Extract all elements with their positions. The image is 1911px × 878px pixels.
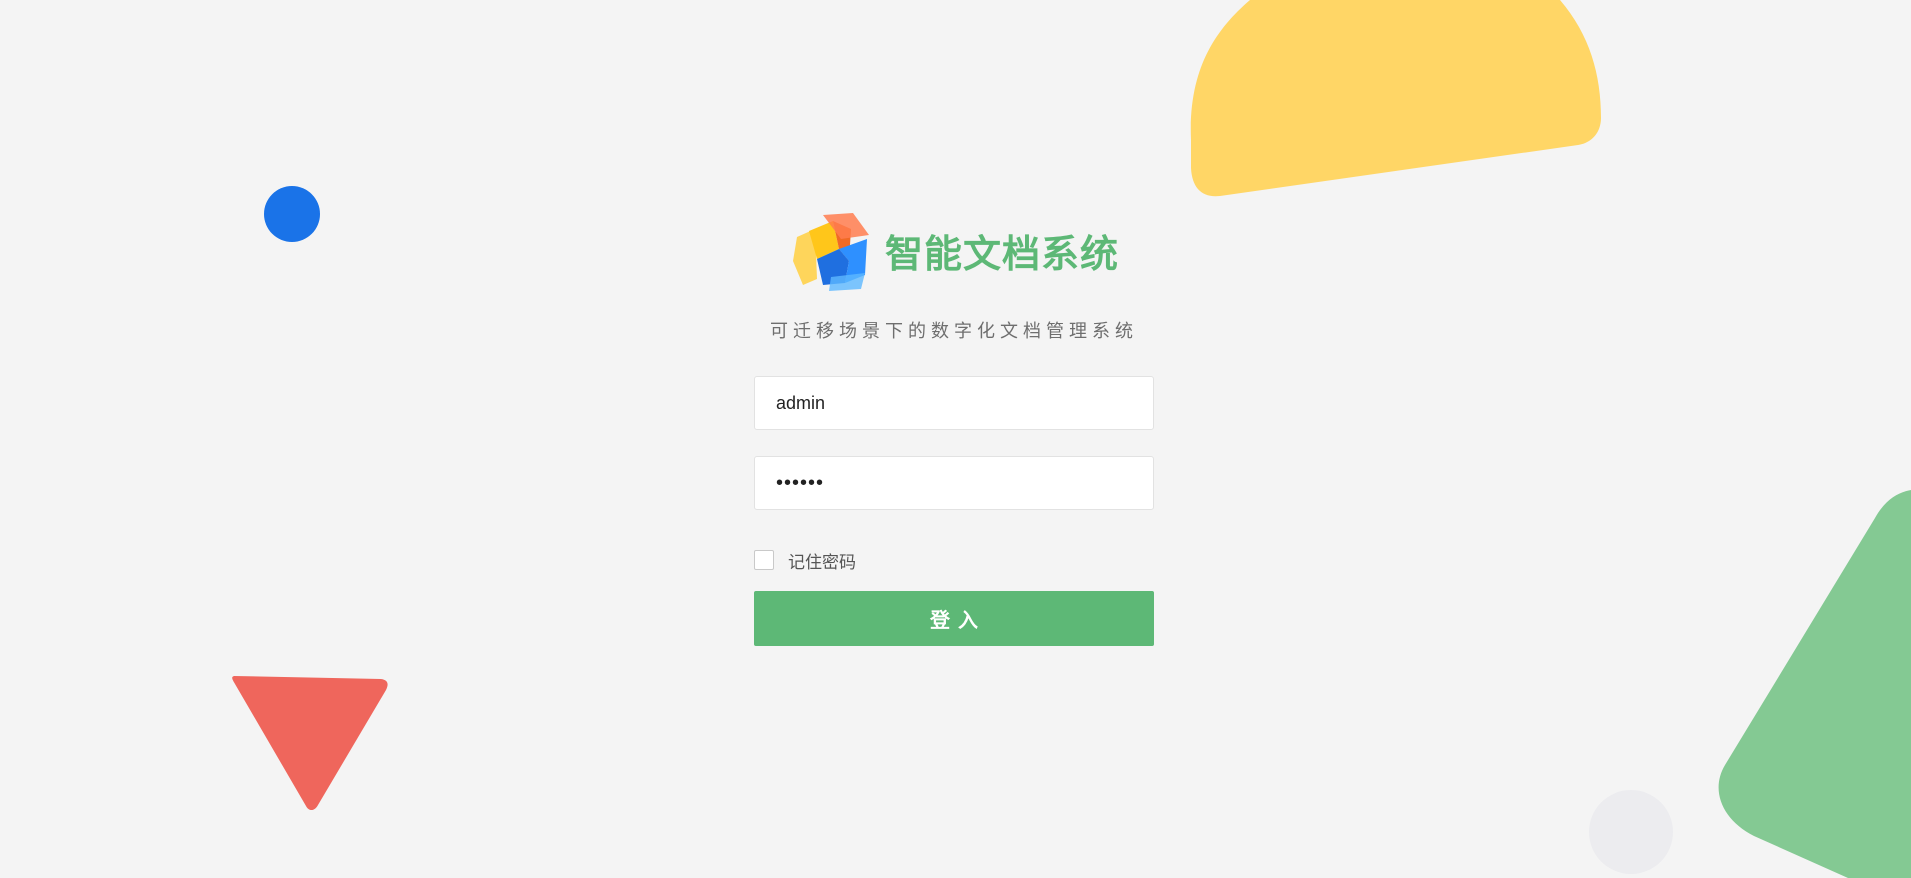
password-input[interactable] [774,470,1134,496]
green-polygon-shape [1718,490,1911,878]
yellow-semicircle-shape [1190,0,1601,197]
app-title: 智能文档系统 [884,231,1119,276]
login-page: 智能文档系统 可迁移场景下的数字化文档管理系统 记住密码 登入 [0,0,1911,878]
app-subtitle: 可迁移场景下的数字化文档管理系统 [770,321,1138,342]
remember-password-row[interactable]: 记住密码 [754,548,1154,573]
remember-password-checkbox[interactable] [754,550,774,570]
username-field[interactable] [754,376,1154,430]
remember-password-label[interactable]: 记住密码 [788,548,856,573]
username-input[interactable] [774,391,1134,415]
login-button[interactable]: 登入 [754,591,1154,646]
login-panel: 智能文档系统 可迁移场景下的数字化文档管理系统 记住密码 登入 [754,205,1154,646]
password-field[interactable] [754,456,1154,510]
brand-header: 智能文档系统 [754,205,1154,295]
blue-circle-shape [264,186,320,242]
cube-logo-icon [792,213,869,291]
red-triangle-shape [232,676,388,811]
faint-circle-shape [1589,790,1673,874]
